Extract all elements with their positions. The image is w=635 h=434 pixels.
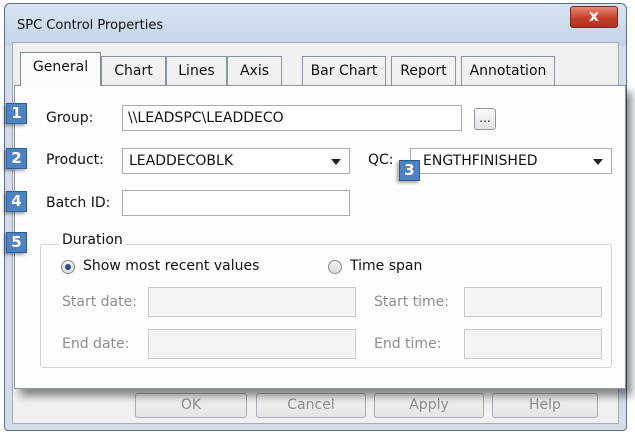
product-label: Product: (46, 152, 104, 168)
title-bar[interactable]: SPC Control Properties x (5, 4, 626, 46)
show-recent-label[interactable]: Show most recent values (83, 258, 259, 274)
apply-button[interactable]: Apply (374, 393, 484, 418)
callout-2: 2 (6, 148, 27, 169)
group-label: Group: (46, 110, 94, 126)
help-button[interactable]: Help (492, 393, 598, 418)
group-browse-button[interactable]: ... (474, 108, 496, 130)
tab-general[interactable]: General (20, 52, 101, 86)
start-time-field[interactable] (464, 287, 602, 317)
end-date-field[interactable] (148, 329, 356, 359)
chevron-down-icon (593, 159, 603, 165)
time-span-label[interactable]: Time span (350, 258, 422, 274)
tab-axis[interactable]: Axis (227, 56, 282, 85)
close-button[interactable]: x (570, 6, 618, 28)
end-date-label: End date: (62, 336, 130, 352)
radio-selected-dot (65, 264, 71, 270)
group-field[interactable]: \\LEADSPC\LEADDECO (122, 105, 462, 131)
chevron-down-icon (331, 159, 341, 165)
qc-dropdown[interactable]: ENGTHFINISHED (410, 148, 612, 174)
show-recent-radio[interactable] (61, 260, 75, 274)
ok-button[interactable]: OK (135, 393, 247, 418)
product-value: LEADDECOBLK (129, 153, 234, 169)
tab-report[interactable]: Report (391, 56, 456, 85)
callout-5: 5 (6, 232, 27, 253)
time-span-radio[interactable] (328, 260, 342, 274)
window-title: SPC Control Properties (17, 18, 164, 33)
tab-annotation[interactable]: Annotation (461, 56, 555, 85)
callout-4: 4 (6, 191, 27, 212)
start-date-label: Start date: (62, 294, 137, 310)
start-date-field[interactable] (148, 287, 356, 317)
batch-id-label: Batch ID: (46, 195, 111, 211)
tab-bar-chart[interactable]: Bar Chart (302, 56, 386, 85)
tab-chart[interactable]: Chart (101, 56, 166, 85)
duration-legend: Duration (59, 232, 126, 248)
close-icon: x (589, 7, 599, 25)
qc-label: QC: (368, 152, 394, 168)
cancel-button[interactable]: Cancel (256, 393, 366, 418)
tab-lines[interactable]: Lines (166, 56, 227, 85)
qc-value: ENGTHFINISHED (423, 153, 538, 169)
start-time-label: Start time: (374, 294, 449, 310)
batch-id-field[interactable] (122, 190, 350, 216)
product-dropdown[interactable]: LEADDECOBLK (122, 148, 350, 174)
end-time-field[interactable] (464, 329, 602, 359)
callout-3: 3 (399, 160, 420, 181)
callout-1: 1 (6, 103, 27, 124)
end-time-label: End time: (374, 336, 442, 352)
